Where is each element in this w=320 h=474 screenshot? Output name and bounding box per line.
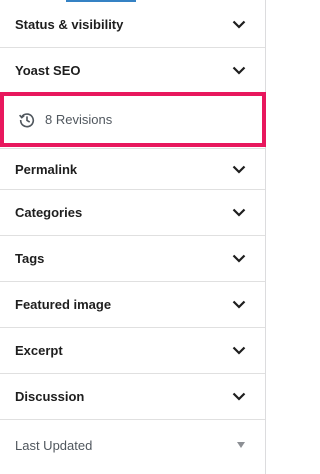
history-icon bbox=[17, 110, 37, 130]
panel-permalink[interactable]: Permalink bbox=[0, 148, 265, 190]
panel-status-visibility[interactable]: Status & visibility bbox=[0, 0, 265, 48]
panel-excerpt[interactable]: Excerpt bbox=[0, 328, 265, 374]
revisions-link[interactable]: 8 Revisions bbox=[0, 92, 266, 147]
chevron-down-icon bbox=[231, 62, 247, 78]
panel-label: Last Updated bbox=[15, 437, 93, 453]
chevron-down-icon bbox=[231, 205, 247, 221]
panel-discussion[interactable]: Discussion bbox=[0, 374, 265, 420]
panel-label: Featured image bbox=[15, 297, 112, 312]
panel-yoast-seo[interactable]: Yoast SEO bbox=[0, 48, 265, 92]
chevron-down-icon bbox=[231, 161, 247, 177]
panel-label: Yoast SEO bbox=[15, 62, 81, 78]
revisions-label: 8 Revisions bbox=[45, 112, 113, 127]
chevron-down-icon bbox=[231, 251, 247, 267]
panel-label: Categories bbox=[15, 205, 83, 220]
panel-label: Tags bbox=[15, 251, 45, 266]
panel-label: Permalink bbox=[15, 161, 78, 177]
chevron-down-icon bbox=[231, 297, 247, 313]
panel-label: Status & visibility bbox=[15, 17, 124, 32]
chevron-down-icon bbox=[231, 17, 247, 33]
panel-label: Discussion bbox=[15, 389, 85, 404]
panel-tags[interactable]: Tags bbox=[0, 236, 265, 282]
chevron-down-icon bbox=[231, 389, 247, 405]
chevron-down-icon bbox=[231, 343, 247, 359]
caret-down-icon bbox=[237, 442, 245, 448]
document-settings-sidebar: Status & visibility Yoast SEO 8 Revision… bbox=[0, 0, 266, 474]
panel-categories[interactable]: Categories bbox=[0, 190, 265, 236]
panel-featured-image[interactable]: Featured image bbox=[0, 282, 265, 328]
revisions-section: 8 Revisions bbox=[0, 92, 266, 148]
panel-label: Excerpt bbox=[15, 343, 63, 358]
panel-last-updated[interactable]: Last Updated bbox=[0, 420, 265, 470]
